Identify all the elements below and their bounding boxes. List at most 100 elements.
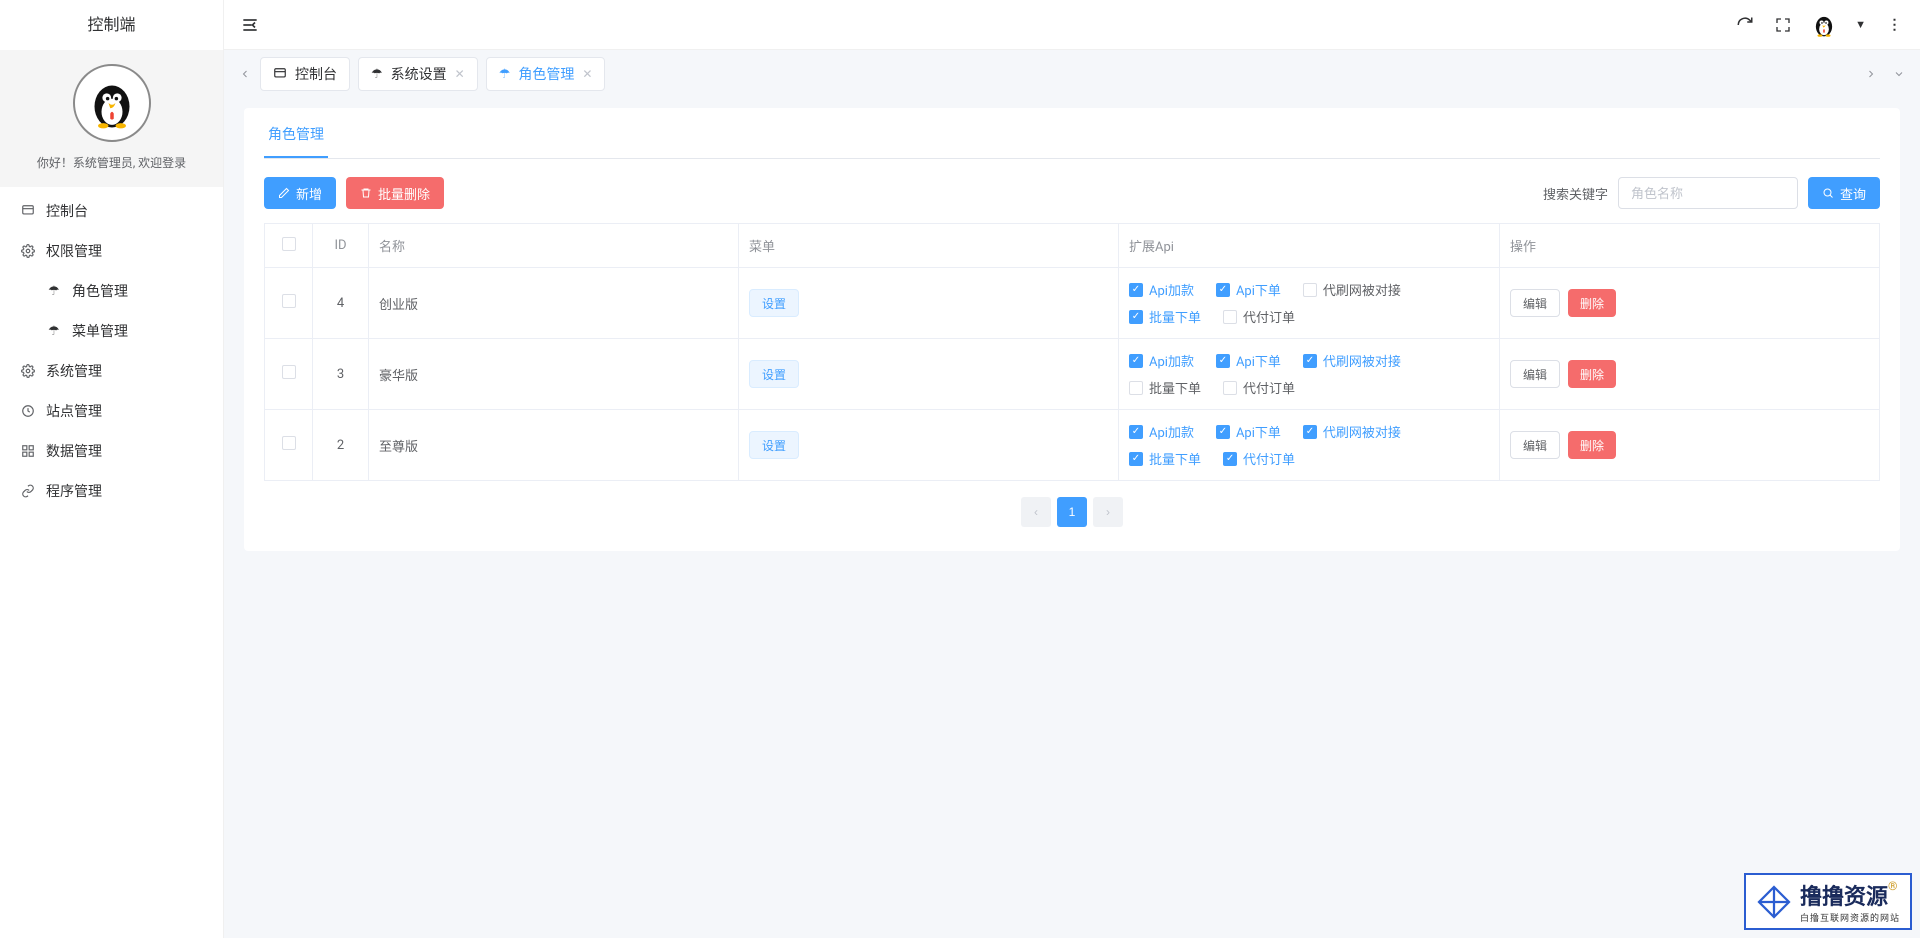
sidebar-item-数据管理[interactable]: 数据管理 <box>0 431 223 471</box>
umbrella-icon: ☂ <box>371 67 383 82</box>
cell-id: 4 <box>313 268 369 339</box>
sidebar-item-权限管理[interactable]: 权限管理 <box>0 231 223 271</box>
api-label: 批量下单 <box>1149 449 1201 468</box>
api-checkbox-item[interactable]: ✓ 批量下单 <box>1129 307 1201 326</box>
close-icon[interactable]: ✕ <box>455 67 465 81</box>
api-checkbox-item[interactable]: ✓Api下单 <box>1216 422 1281 441</box>
api-label: Api下单 <box>1236 351 1281 370</box>
page-next[interactable]: › <box>1093 497 1123 527</box>
tab-label: 角色管理 <box>518 64 574 84</box>
gear-icon <box>20 363 36 379</box>
umbrella-icon: ☂ <box>48 324 64 339</box>
tabs-dropdown-icon[interactable] <box>1888 59 1910 89</box>
watermark: 撸撸资源® 白撸互联网资源的网站 <box>1744 873 1912 930</box>
api-checkbox-item[interactable]: 批量下单 <box>1129 378 1201 397</box>
checkbox-icon: ✓ <box>1303 425 1317 439</box>
api-checkbox-item[interactable]: ✓Api下单 <box>1216 351 1281 370</box>
checkbox-icon: ✓ <box>1129 310 1143 324</box>
menu-config-button[interactable]: 设置 <box>749 431 799 459</box>
gear-icon <box>20 243 36 259</box>
fullscreen-icon[interactable] <box>1773 15 1793 35</box>
delete-button[interactable]: 删除 <box>1568 289 1616 317</box>
table-row: 2 至尊版 设置 ✓Api加款 ✓Api下单 ✓ 代刷网被对接 ✓ 批量下单 ✓代付订单 编… <box>265 410 1880 481</box>
search-button[interactable]: 查询 <box>1808 177 1880 209</box>
cell-id: 2 <box>313 410 369 481</box>
api-checkbox-item[interactable]: ✓Api下单 <box>1216 280 1281 299</box>
api-label: 代刷网被对接 <box>1323 280 1401 299</box>
dashboard-icon <box>20 203 36 219</box>
delete-button[interactable]: 删除 <box>1568 360 1616 388</box>
tab-角色管理[interactable]: ☂角色管理✕ <box>486 57 606 91</box>
cell-name: 至尊版 <box>369 410 739 481</box>
checkbox-icon: ✓ <box>1129 283 1143 297</box>
sidebar: 控制端 你好！系统管理员, 欢迎登录 控制台权限管理☂角色管理☂菜单管理系统管理… <box>0 0 224 938</box>
api-checkbox-item[interactable]: 代付订单 <box>1223 378 1295 397</box>
user-dropdown-icon[interactable]: ▼ <box>1855 18 1866 31</box>
search-label: 搜索关键字 <box>1543 184 1608 203</box>
sidebar-item-程序管理[interactable]: 程序管理 <box>0 471 223 511</box>
header-avatar[interactable] <box>1811 12 1837 38</box>
api-checkbox-item[interactable]: ✓ 批量下单 <box>1129 449 1201 468</box>
api-checkbox-item[interactable]: ✓Api加款 <box>1129 351 1194 370</box>
edit-button[interactable]: 编辑 <box>1510 289 1560 317</box>
card-tab-role[interactable]: 角色管理 <box>264 124 328 158</box>
api-checkbox-item[interactable]: 代付订单 <box>1223 307 1295 326</box>
checkbox-icon: ✓ <box>1129 452 1143 466</box>
api-label: 代付订单 <box>1243 378 1295 397</box>
page-prev[interactable]: ‹ <box>1021 497 1051 527</box>
more-icon[interactable]: ⋮ <box>1884 15 1904 35</box>
side-menu: 控制台权限管理☂角色管理☂菜单管理系统管理站点管理数据管理程序管理 <box>0 187 223 511</box>
sidebar-item-label: 站点管理 <box>46 401 102 421</box>
api-checkbox-item[interactable]: ✓代刷网被对接 <box>1303 351 1401 370</box>
sidebar-item-系统管理[interactable]: 系统管理 <box>0 351 223 391</box>
batch-delete-label: 批量删除 <box>378 184 430 203</box>
add-button-label: 新增 <box>296 184 322 203</box>
batch-delete-button[interactable]: 批量删除 <box>346 177 444 209</box>
watermark-sub: 白撸互联网资源的网站 <box>1800 911 1900 924</box>
api-label: 代刷网被对接 <box>1323 422 1401 441</box>
tabs-next-icon[interactable] <box>1860 59 1882 89</box>
add-button[interactable]: 新增 <box>264 177 336 209</box>
watermark-title: 撸撸资源 <box>1800 885 1888 910</box>
select-all-checkbox[interactable] <box>282 237 296 251</box>
tabs-bar: 控制台☂系统设置✕☂ 角色管理 ✕ <box>224 50 1920 98</box>
role-table: ID 名称 菜单 扩展Api 操作 4 创业版 设置 ✓Api加款✓Api下单代… <box>264 223 1880 481</box>
row-checkbox[interactable] <box>282 294 296 308</box>
api-label: 批量下单 <box>1149 307 1201 326</box>
tab-控制台[interactable]: 控制台 <box>260 57 350 91</box>
col-id: ID <box>313 224 369 268</box>
header: ▼ ⋮ <box>224 0 1920 50</box>
dashboard-icon <box>273 67 287 81</box>
sidebar-item-站点管理[interactable]: 站点管理 <box>0 391 223 431</box>
row-checkbox[interactable] <box>282 436 296 450</box>
checkbox-icon <box>1223 381 1237 395</box>
api-checkbox-item[interactable]: 代刷网被对接 <box>1303 280 1401 299</box>
delete-button[interactable]: 删除 <box>1568 431 1616 459</box>
refresh-icon[interactable] <box>1735 15 1755 35</box>
api-checkbox-item[interactable]: ✓ 代刷网被对接 <box>1303 422 1401 441</box>
api-checkbox-item[interactable]: ✓代付订单 <box>1223 449 1295 468</box>
search-input[interactable] <box>1618 177 1798 209</box>
menu-config-button[interactable]: 设置 <box>749 289 799 317</box>
pagination: ‹ 1 › <box>264 497 1880 527</box>
tab-系统设置[interactable]: ☂系统设置✕ <box>358 57 478 91</box>
sidebar-subitem-角色管理[interactable]: ☂角色管理 <box>0 271 223 311</box>
tabs-prev-icon[interactable] <box>234 59 256 89</box>
sidebar-profile: 你好！系统管理员, 欢迎登录 <box>0 50 223 187</box>
close-icon[interactable]: ✕ <box>582 67 592 81</box>
page-current[interactable]: 1 <box>1057 497 1087 527</box>
row-checkbox[interactable] <box>282 365 296 379</box>
api-label: 代付订单 <box>1243 307 1295 326</box>
col-op: 操作 <box>1500 224 1880 268</box>
edit-button[interactable]: 编辑 <box>1510 431 1560 459</box>
api-label: Api加款 <box>1149 280 1194 299</box>
app-title: 控制端 <box>0 0 223 50</box>
api-checkbox-item[interactable]: ✓Api加款 <box>1129 422 1194 441</box>
menu-config-button[interactable]: 设置 <box>749 360 799 388</box>
menu-toggle-icon[interactable] <box>240 15 260 35</box>
api-checkbox-item[interactable]: ✓ Api加款 <box>1129 280 1194 299</box>
sidebar-subitem-菜单管理[interactable]: ☂菜单管理 <box>0 311 223 351</box>
edit-button[interactable]: 编辑 <box>1510 360 1560 388</box>
sidebar-item-控制台[interactable]: 控制台 <box>0 191 223 231</box>
search-button-label: 查询 <box>1840 184 1866 203</box>
